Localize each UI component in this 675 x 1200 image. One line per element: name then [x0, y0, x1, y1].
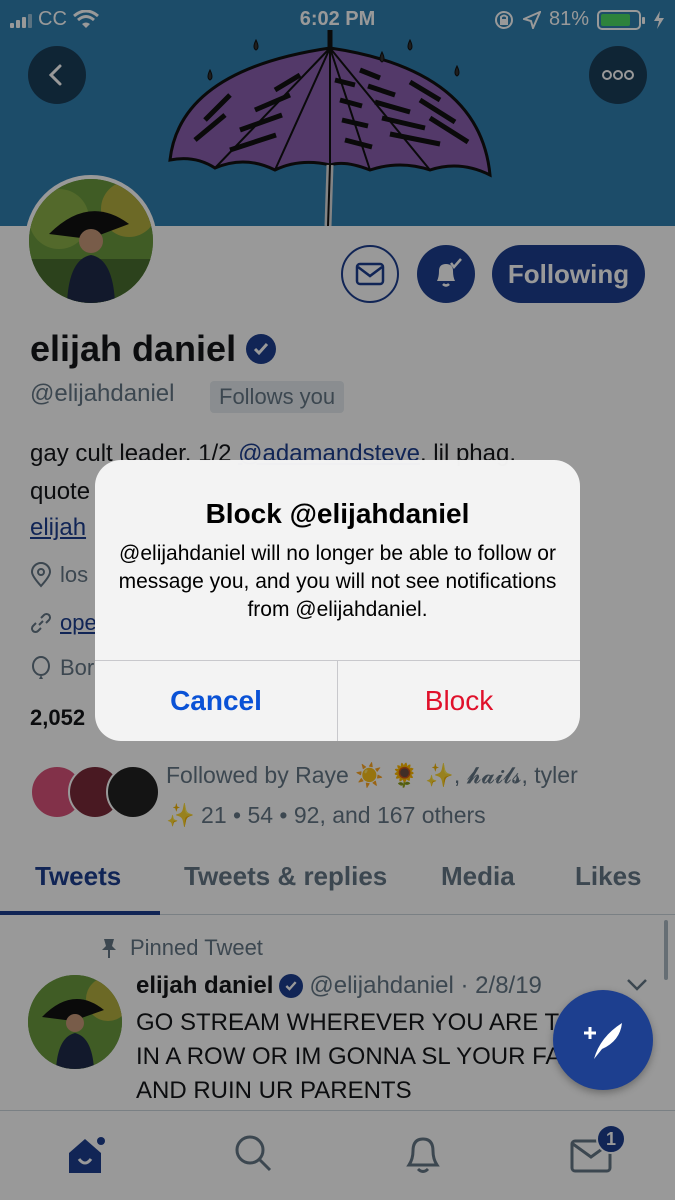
cancel-button[interactable]: Cancel [95, 661, 337, 741]
block-button[interactable]: Block [338, 661, 580, 741]
feather-compose-icon [584, 1023, 622, 1059]
compose-tweet-button[interactable] [553, 990, 653, 1090]
block-alert-dialog: Block @elijahdaniel @elijahdaniel will n… [95, 460, 580, 741]
alert-title: Block @elijahdaniel [205, 498, 470, 529]
alert-message: @elijahdaniel will no longer be able to … [118, 542, 557, 621]
